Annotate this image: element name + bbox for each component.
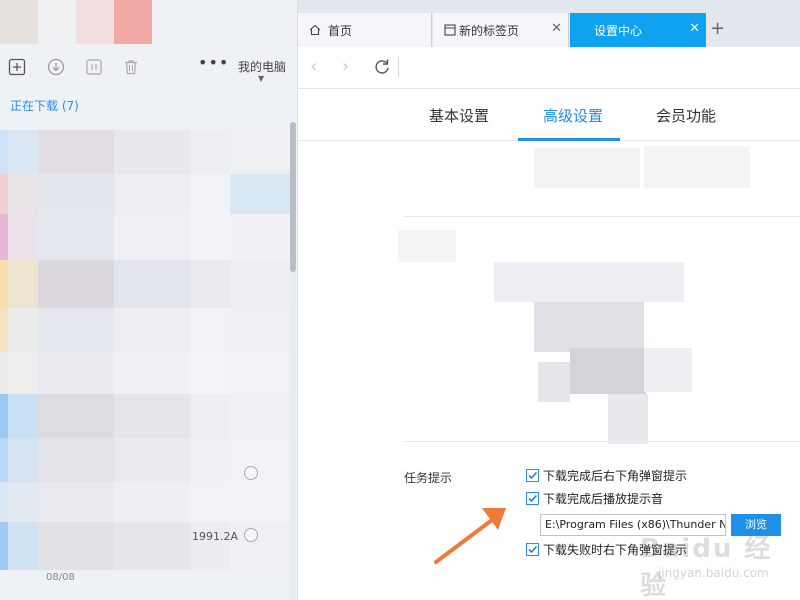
option-label: 下载完成后播放提示音 <box>543 491 664 506</box>
watermark-logo: Baidu 经验 <box>640 534 773 600</box>
list-item[interactable] <box>0 352 290 394</box>
back-button[interactable]: ‹ <box>310 57 317 77</box>
blurred-settings-area <box>298 142 800 444</box>
sound-on-complete-option[interactable]: 下载完成后播放提示音 <box>526 490 663 506</box>
close-icon[interactable]: ✕ <box>689 21 700 36</box>
pause-button[interactable] <box>85 58 103 76</box>
scrollbar-thumb[interactable] <box>290 122 296 272</box>
downloading-section-label[interactable]: 正在下载 (7) <box>10 97 79 114</box>
more-options-button[interactable]: ••• <box>198 54 228 76</box>
watermark-url: jingyan.baidu.com <box>658 566 769 580</box>
annotation-arrow-icon <box>434 508 506 564</box>
list-item[interactable] <box>0 214 290 260</box>
task-date-text: 08/08 <box>46 572 75 583</box>
browser-tab-strip: 首页 新的标签页 ✕ 设置中心 ✕ + <box>298 0 800 47</box>
forward-button[interactable]: › <box>342 57 349 77</box>
tab-advanced-settings[interactable]: 高级设置 <box>543 105 603 126</box>
task-status-icon[interactable] <box>244 528 258 542</box>
tab-new-tab[interactable]: 新的标签页 ✕ <box>433 13 569 47</box>
divider <box>398 57 399 77</box>
close-icon[interactable]: ✕ <box>551 21 562 36</box>
navigation-bar: ‹ › <box>298 47 800 89</box>
blurred-header-area <box>0 0 297 44</box>
option-label: 下载完成后右下角弹窗提示 <box>543 468 688 483</box>
list-item[interactable] <box>0 174 290 214</box>
list-item[interactable] <box>0 482 290 522</box>
file-size-text: 1991.2A <box>192 530 239 543</box>
app-window: ••• 我的电脑 ▼ 正在下载 (7) 1991.2A 08/08 首页 新的标… <box>0 0 800 600</box>
task-status-icon[interactable] <box>244 466 258 480</box>
my-computer-dropdown[interactable]: 我的电脑 <box>238 58 286 75</box>
tab-settings[interactable]: 设置中心 ✕ <box>570 13 706 47</box>
list-item[interactable] <box>0 260 290 308</box>
list-item[interactable] <box>0 308 290 352</box>
delete-icon[interactable] <box>122 58 140 76</box>
download-panel: ••• 我的电脑 ▼ 正在下载 (7) 1991.2A 08/08 <box>0 0 298 600</box>
start-download-button[interactable] <box>47 58 65 76</box>
download-toolbar: ••• 我的电脑 ▼ <box>0 50 297 86</box>
list-item[interactable] <box>0 130 290 174</box>
tab-basic-settings[interactable]: 基本设置 <box>429 105 489 126</box>
new-task-button[interactable] <box>8 58 26 76</box>
divider <box>404 441 800 442</box>
popup-on-fail-checkbox[interactable] <box>526 542 539 556</box>
settings-tab-bar: 基本设置 高级设置 会员功能 <box>298 89 800 141</box>
tab-title: 设置中心 <box>594 24 643 38</box>
download-list-scrollbar[interactable] <box>290 122 296 600</box>
popup-on-complete-option[interactable]: 下载完成后右下角弹窗提示 <box>526 467 687 483</box>
tab-title: 新的标签页 <box>459 24 520 38</box>
page-icon <box>443 23 457 37</box>
tab-home[interactable]: 首页 <box>298 13 432 47</box>
popup-on-complete-checkbox[interactable] <box>526 468 539 482</box>
list-item[interactable] <box>0 394 290 438</box>
home-icon <box>308 23 322 37</box>
tab-member-features[interactable]: 会员功能 <box>656 105 716 126</box>
task-hint-label: 任务提示 <box>404 471 453 485</box>
refresh-icon[interactable] <box>372 57 392 77</box>
new-tab-button[interactable]: + <box>710 20 725 38</box>
sound-on-complete-checkbox[interactable] <box>526 491 539 505</box>
tab-title: 首页 <box>328 24 353 38</box>
active-tab-indicator <box>518 138 620 141</box>
chevron-down-icon[interactable]: ▼ <box>258 74 264 83</box>
